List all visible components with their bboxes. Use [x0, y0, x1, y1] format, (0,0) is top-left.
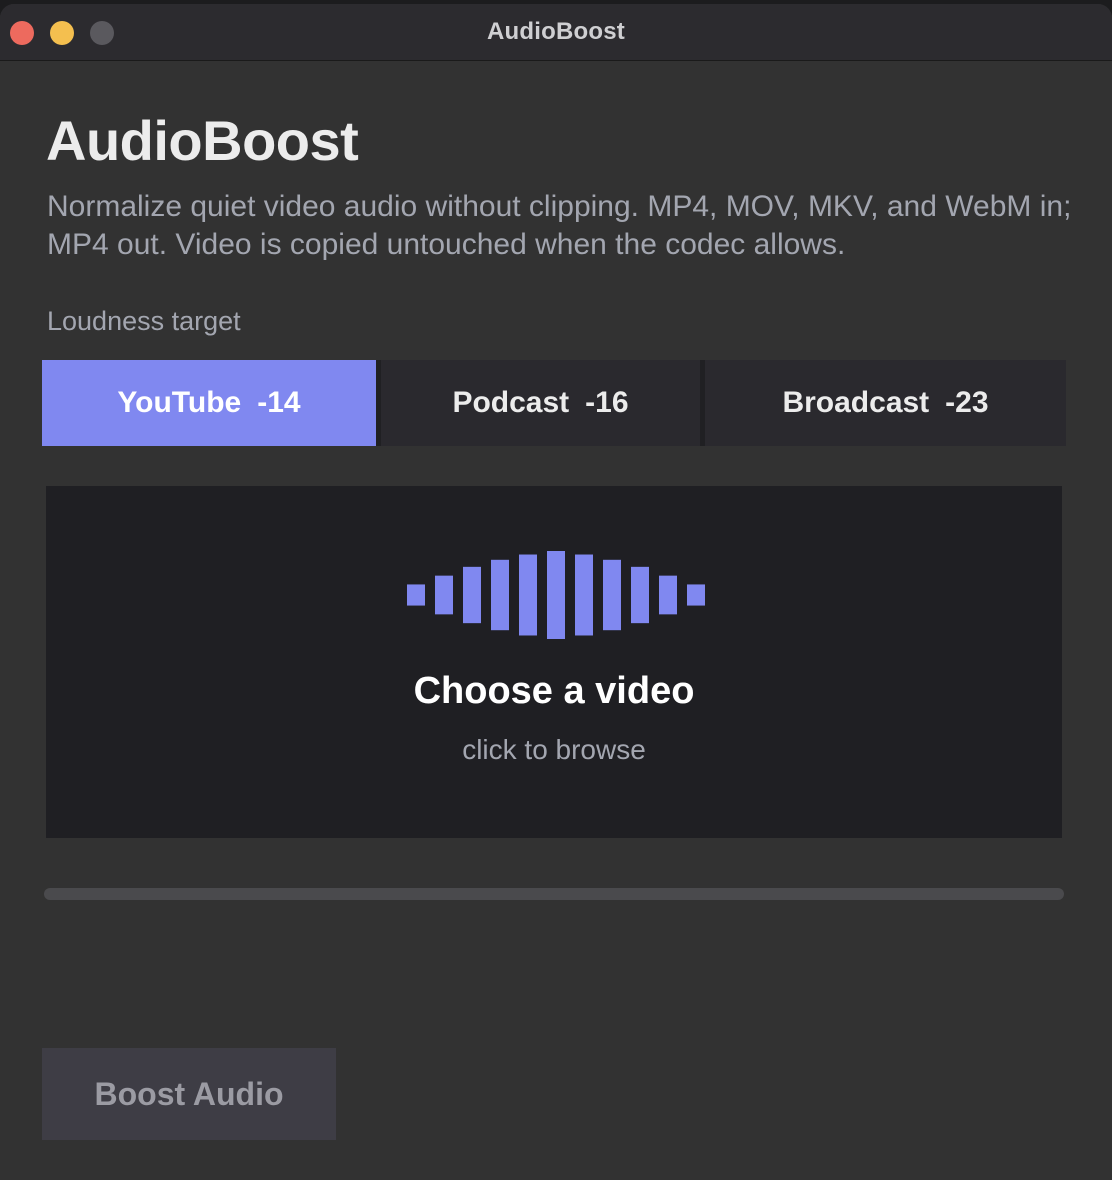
- waveform-bar: [547, 551, 565, 639]
- app-heading: AudioBoost: [46, 109, 359, 172]
- title-bar: AudioBoost: [0, 4, 1112, 61]
- waveform-bar: [603, 559, 621, 631]
- loudness-option-youtube[interactable]: YouTube -14: [42, 360, 376, 446]
- waveform-icon: [407, 551, 705, 639]
- loudness-option-value: -16: [585, 386, 629, 419]
- waveform-bar: [575, 554, 593, 636]
- waveform-bar: [491, 559, 509, 631]
- loudness-option-podcast[interactable]: Podcast -16: [376, 360, 700, 446]
- waveform-bar: [435, 575, 453, 615]
- waveform-bar: [659, 575, 677, 615]
- window-title: AudioBoost: [487, 18, 625, 45]
- waveform-bar: [407, 584, 425, 606]
- waveform-bar: [519, 554, 537, 636]
- loudness-option-name: Broadcast: [782, 386, 930, 419]
- boost-audio-button[interactable]: Boost Audio: [42, 1048, 336, 1140]
- dropzone-subtitle: click to browse: [462, 734, 646, 765]
- app-description: Normalize quiet video audio without clip…: [47, 190, 1072, 261]
- progress-bar: [44, 888, 1064, 900]
- loudness-target-selector: YouTube -14 Podcast -16 Broadcast -23: [42, 360, 1066, 446]
- video-dropzone[interactable]: Choose a video click to browse: [46, 486, 1062, 838]
- loudness-option-value: -23: [945, 386, 989, 419]
- waveform-bar: [631, 566, 649, 624]
- dropzone-title: Choose a video: [413, 670, 695, 712]
- loudness-option-broadcast[interactable]: Broadcast -23: [700, 360, 1066, 446]
- loudness-option-name: Podcast: [452, 386, 570, 419]
- loudness-option-name: YouTube: [117, 386, 242, 419]
- waveform-bar: [687, 584, 705, 606]
- waveform-bar: [463, 566, 481, 624]
- loudness-target-label: Loudness target: [47, 306, 241, 336]
- app-window: AudioBoost AudioBoost Normalize quiet vi…: [0, 4, 1112, 1180]
- loudness-option-value: -14: [257, 386, 301, 419]
